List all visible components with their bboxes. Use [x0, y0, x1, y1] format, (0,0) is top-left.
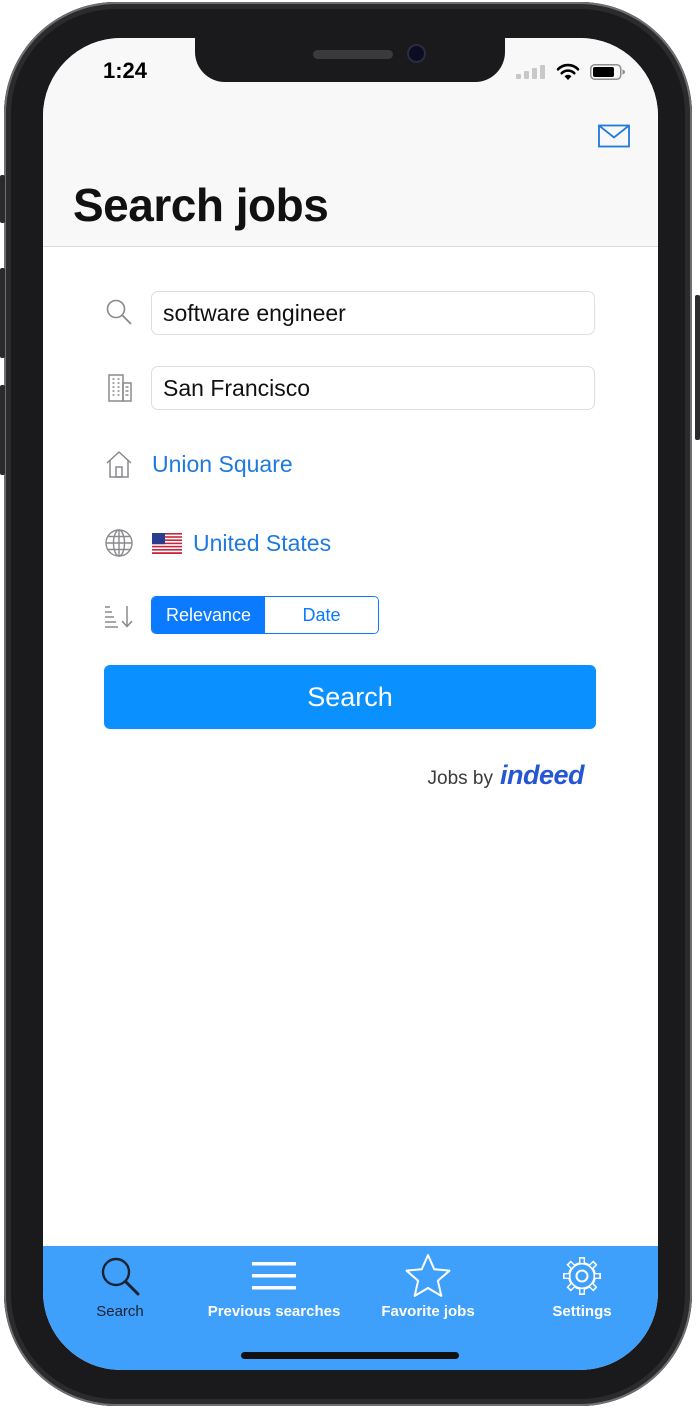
tab-previous-searches[interactable]: Previous searches	[197, 1252, 351, 1322]
cellular-signal-icon	[516, 65, 545, 79]
tab-search-label: Search	[96, 1303, 144, 1320]
status-time: 1:24	[103, 58, 148, 83]
search-button[interactable]: Search	[104, 665, 596, 729]
tab-previous-searches-label: Previous searches	[207, 1303, 341, 1320]
tab-settings-label: Settings	[552, 1303, 612, 1320]
battery-icon	[590, 64, 625, 80]
wifi-icon	[556, 63, 580, 80]
list-icon	[197, 1252, 351, 1300]
city-row: San Francisco	[43, 365, 658, 411]
country-link[interactable]: United States	[152, 527, 331, 562]
search-icon	[43, 1252, 197, 1300]
building-icon	[103, 371, 135, 403]
globe-icon	[103, 527, 135, 559]
volume-down-button	[0, 385, 5, 475]
keywords-row: software engineer	[43, 290, 658, 336]
city-input[interactable]: San Francisco	[151, 366, 595, 410]
star-icon	[351, 1252, 505, 1300]
power-button	[695, 295, 700, 440]
search-icon	[103, 296, 135, 328]
tab-favorite-jobs-label: Favorite jobs	[381, 1303, 475, 1320]
front-camera	[409, 46, 424, 61]
indeed-attribution[interactable]: Jobs by indeed	[428, 760, 585, 791]
neighborhood-row: Union Square	[43, 448, 658, 494]
us-flag-icon	[152, 530, 182, 562]
neighborhood-link[interactable]: Union Square	[152, 448, 293, 480]
indeed-logo: indeed	[499, 760, 585, 790]
earpiece-speaker	[313, 50, 393, 59]
navigation-bar: 1:24 Search jobs	[43, 38, 658, 247]
sort-relevance-segment[interactable]: Relevance	[152, 597, 265, 633]
page-title: Search jobs	[73, 179, 329, 231]
mute-switch	[0, 175, 5, 223]
notch	[195, 38, 505, 82]
country-label: United States	[193, 530, 332, 556]
sort-icon	[103, 600, 135, 632]
status-indicators	[516, 63, 626, 81]
country-row: United States	[43, 527, 658, 573]
tab-search[interactable]: Search	[43, 1252, 197, 1322]
sort-date-segment[interactable]: Date	[265, 597, 378, 633]
home-icon	[103, 448, 135, 480]
volume-up-button	[0, 268, 5, 358]
sort-segmented-control: Relevance Date	[151, 596, 379, 634]
keywords-input[interactable]: software engineer	[151, 291, 595, 335]
tab-favorite-jobs[interactable]: Favorite jobs	[351, 1252, 505, 1322]
mail-icon	[598, 124, 630, 148]
app-screen: 1:24 Search jobs software engineer San F…	[43, 38, 658, 1370]
home-indicator[interactable]	[241, 1352, 459, 1359]
tab-settings[interactable]: Settings	[505, 1252, 658, 1322]
attribution-prefix: Jobs by	[427, 768, 493, 789]
mail-button[interactable]	[598, 124, 630, 153]
gear-icon	[505, 1252, 658, 1300]
